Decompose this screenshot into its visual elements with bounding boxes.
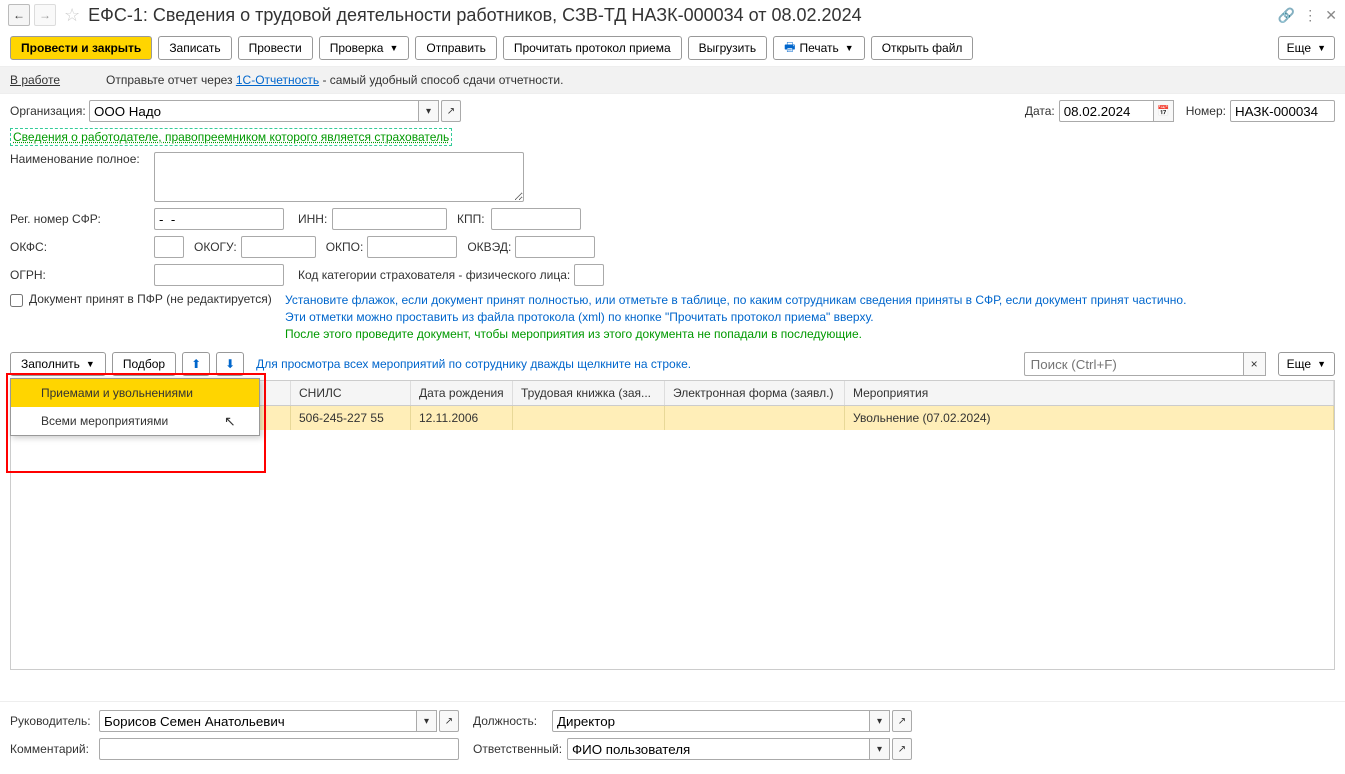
responsible-input[interactable] [567,738,870,760]
category-label: Код категории страхователя - физического… [298,268,570,282]
more-button[interactable]: Еще▼ [1278,36,1335,60]
search-input[interactable] [1024,352,1244,376]
link-icon[interactable]: 🔗 [1278,7,1295,24]
comment-input[interactable] [99,738,459,760]
favorite-icon[interactable]: ☆ [64,5,80,26]
dropdown-icon[interactable]: ▾ [870,710,890,732]
okfs-input[interactable] [154,236,184,258]
dropdown-icon[interactable]: ▾ [417,710,437,732]
fill-button[interactable]: Заполнить▼ [10,352,106,376]
open-file-button[interactable]: Открыть файл [871,36,974,60]
print-icon: 🖶 [784,38,795,59]
org-input[interactable] [89,100,419,122]
move-up-button[interactable]: ⬆ [182,352,210,376]
th-events[interactable]: Мероприятия [845,381,1334,405]
reg-sfr-input[interactable] [154,208,284,230]
caret-icon: ▼ [1317,43,1326,53]
head-label: Руководитель: [10,714,95,728]
caret-icon: ▼ [86,359,95,369]
number-label: Номер: [1186,104,1226,118]
fullname-input[interactable] [154,152,524,202]
status-link[interactable]: В работе [10,73,60,87]
th-snils[interactable]: СНИЛС [291,381,411,405]
open-icon[interactable]: ↗ [439,710,459,732]
send-button[interactable]: Отправить [415,36,497,60]
th-birth[interactable]: Дата рождения [411,381,513,405]
calendar-icon[interactable]: 📅 [1154,100,1174,122]
report-link[interactable]: 1С-Отчетность [236,73,319,87]
position-input[interactable] [552,710,870,732]
arrow-up-icon: ⬆ [191,357,201,371]
okogu-input[interactable] [241,236,316,258]
dropdown-item-all-events[interactable]: Всеми мероприятиями [11,407,259,435]
td-events: Увольнение (07.02.2024) [845,406,1334,430]
forward-button[interactable]: → [34,4,56,26]
info-text-3: После этого проведите документ, чтобы ме… [285,326,1335,343]
category-input[interactable] [574,264,604,286]
okogu-label: ОКОГУ: [194,240,237,254]
okpo-input[interactable] [367,236,457,258]
clear-search-button[interactable]: × [1244,352,1266,376]
arrow-down-icon: ⬇ [225,357,235,371]
read-protocol-button[interactable]: Прочитать протокол приема [503,36,682,60]
ogrn-label: ОГРН: [10,268,150,282]
position-label: Должность: [473,714,548,728]
date-input[interactable] [1059,100,1154,122]
open-icon[interactable]: ↗ [892,738,912,760]
back-button[interactable]: ← [8,4,30,26]
save-button[interactable]: Записать [158,36,231,60]
select-button[interactable]: Подбор [112,352,176,376]
print-button[interactable]: 🖶 Печать▼ [773,36,865,60]
info-text-1: Установите флажок, если документ принят … [285,292,1335,309]
comment-label: Комментарий: [10,742,95,756]
open-icon[interactable]: ↗ [441,100,461,122]
okfs-label: ОКФС: [10,240,150,254]
th-workbook[interactable]: Трудовая книжка (зая... [513,381,665,405]
dropdown-icon[interactable]: ▾ [870,738,890,760]
open-icon[interactable]: ↗ [892,710,912,732]
check-button[interactable]: Проверка▼ [319,36,410,60]
caret-icon: ▼ [389,43,398,53]
dropdown-icon[interactable]: ▾ [419,100,439,122]
status-hint: Отправьте отчет через 1С-Отчетность - са… [106,73,563,87]
responsible-label: Ответственный: [473,742,563,756]
table-hint: Для просмотра всех мероприятий по сотруд… [256,357,691,371]
fill-dropdown: Приемами и увольнениями Всеми мероприяти… [10,378,260,436]
head-input[interactable] [99,710,417,732]
number-input[interactable] [1230,100,1335,122]
checkbox-label: Документ принят в ПФР (не редактируется) [29,292,279,306]
td-eform [665,406,845,430]
reg-sfr-label: Рег. номер СФР: [10,212,150,226]
kpp-input[interactable] [491,208,581,230]
post-button[interactable]: Провести [238,36,313,60]
okpo-label: ОКПО: [326,240,364,254]
menu-icon[interactable]: ⋮ [1303,7,1317,24]
close-icon[interactable]: ✕ [1325,7,1337,24]
td-birth: 12.11.2006 [411,406,513,430]
td-workbook [513,406,665,430]
export-button[interactable]: Выгрузить [688,36,768,60]
accepted-checkbox[interactable] [10,294,23,307]
move-down-button[interactable]: ⬇ [216,352,244,376]
fullname-label: Наименование полное: [10,152,150,166]
inn-label: ИНН: [298,212,328,226]
table-more-button[interactable]: Еще▼ [1278,352,1335,376]
successor-link[interactable]: Сведения о работодателе, правопреемником… [10,128,452,146]
kpp-label: КПП: [457,212,487,226]
inn-input[interactable] [332,208,447,230]
th-eform[interactable]: Электронная форма (заявл.) [665,381,845,405]
date-label: Дата: [1025,104,1055,118]
okved-label: ОКВЭД: [467,240,511,254]
caret-icon: ▼ [1317,359,1326,369]
page-title: ЕФС-1: Сведения о трудовой деятельности … [88,5,861,26]
ogrn-input[interactable] [154,264,284,286]
caret-icon: ▼ [845,43,854,53]
org-label: Организация: [10,104,85,118]
okved-input[interactable] [515,236,595,258]
info-text-2: Эти отметки можно проставить из файла пр… [285,309,1335,326]
post-close-button[interactable]: Провести и закрыть [10,36,152,60]
td-snils: 506-245-227 55 [291,406,411,430]
dropdown-item-hires-fires[interactable]: Приемами и увольнениями [11,379,259,407]
